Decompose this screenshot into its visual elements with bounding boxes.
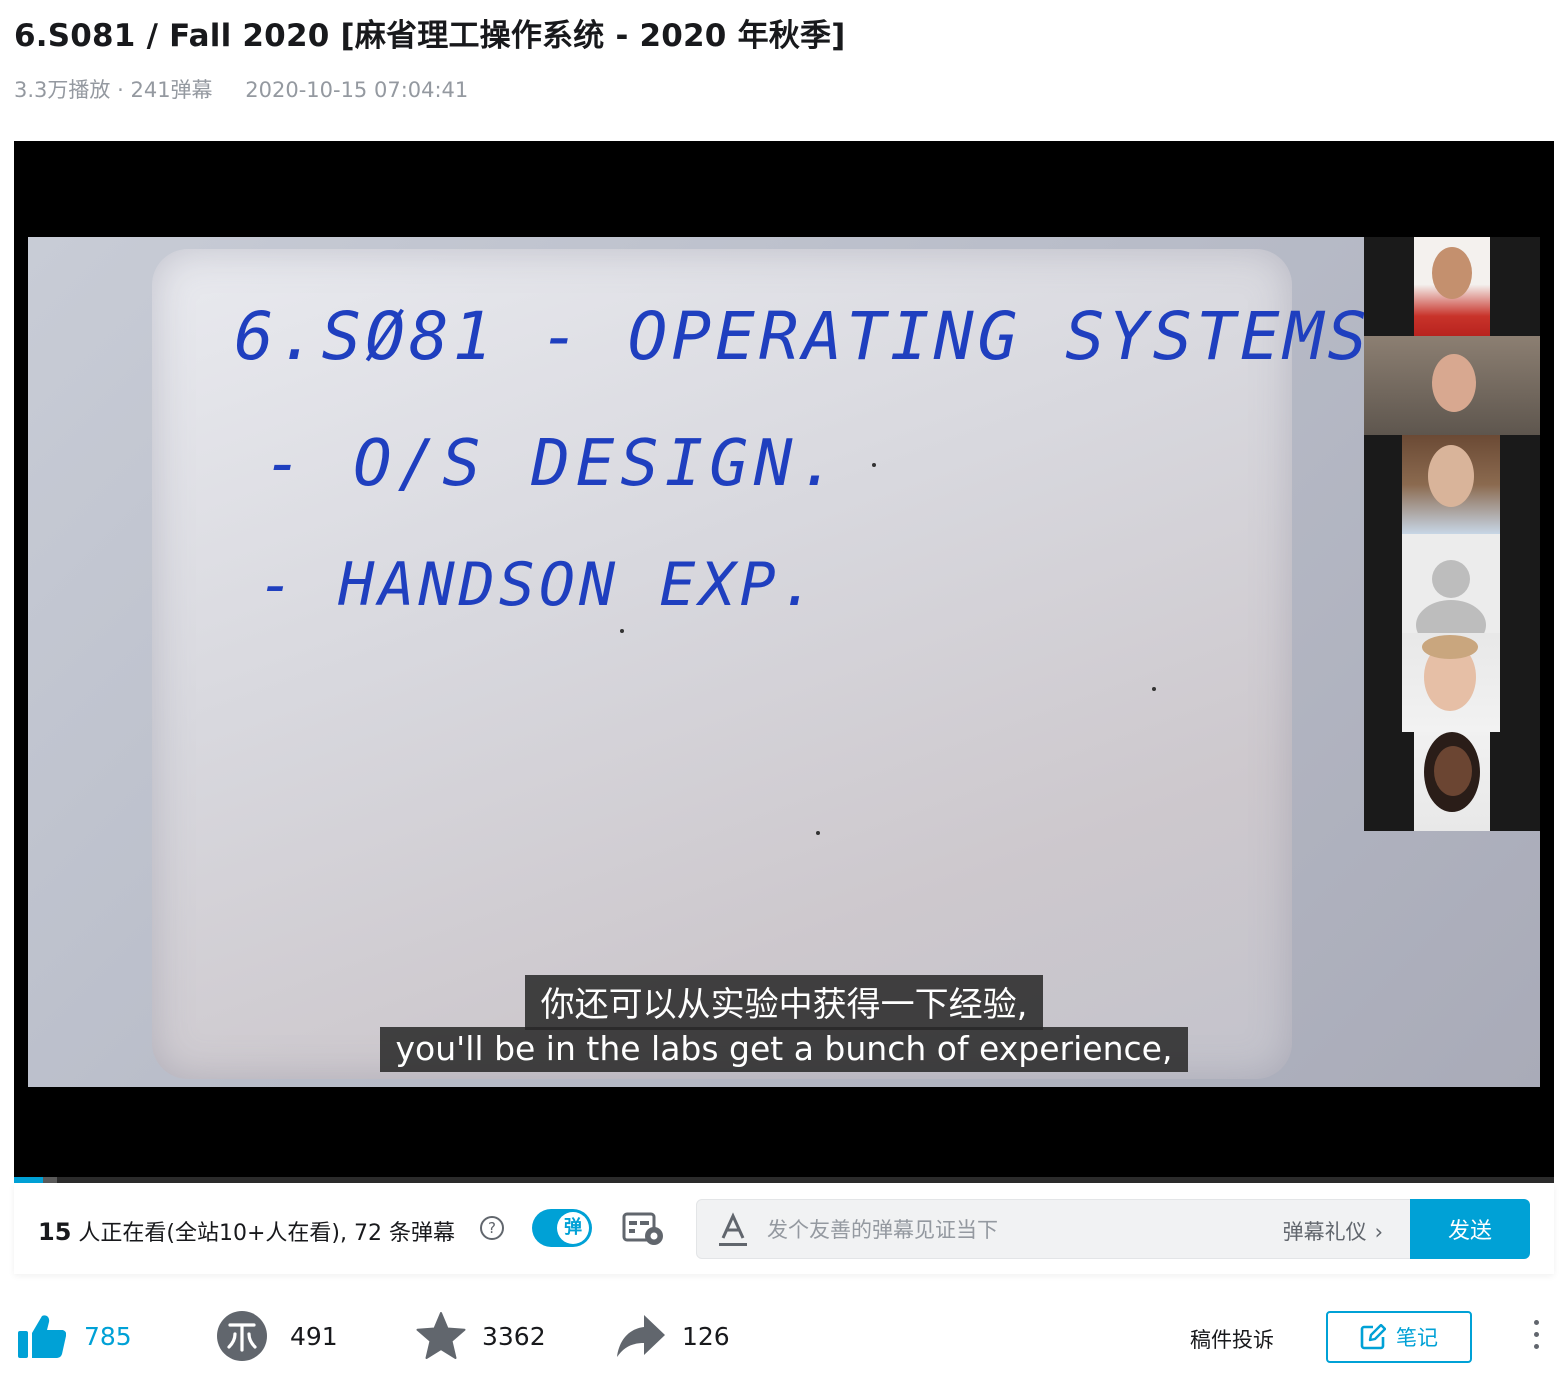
participant-tile — [1364, 336, 1540, 435]
chevron-right-icon: › — [1374, 1220, 1383, 1244]
meta-separator: · — [117, 78, 124, 102]
participant-tile — [1364, 435, 1540, 534]
video-meta: 3.3万播放 · 241弹幕 2020-10-15 07:04:41 — [14, 74, 468, 104]
participant-video — [1402, 435, 1500, 534]
star-icon — [416, 1312, 466, 1359]
share-count: 126 — [682, 1321, 730, 1351]
play-count: 3.3万播放 — [14, 78, 111, 102]
whiteboard-line-3: - HANDSON EXP. — [258, 550, 820, 620]
participant-tile — [1364, 237, 1540, 336]
action-toolbar: 785 491 3362 126 稿件投诉 笔记 — [0, 1290, 1568, 1376]
publish-time: 2020-10-15 07:04:41 — [245, 78, 469, 102]
thumbs-up-icon — [18, 1315, 66, 1358]
danmaku-bar: 15 人正在看(全站10+人在看), 72 条弹幕 ? 弹 弹幕礼仪 › 发送 — [14, 1183, 1554, 1274]
coin-count: 491 — [290, 1321, 338, 1351]
participant-tile — [1364, 732, 1540, 831]
note-button[interactable]: 笔记 — [1326, 1311, 1472, 1363]
whiteboard-writing: 6.SØ81 - OPERATING SYSTEMS - O/S DESIGN.… — [234, 298, 1371, 835]
danmaku-count: 241弹幕 — [130, 78, 213, 102]
video-frame[interactable]: 6.SØ81 - OPERATING SYSTEMS - O/S DESIGN.… — [28, 237, 1540, 1087]
participant-video — [1414, 336, 1494, 435]
participant-video — [1414, 237, 1490, 336]
font-style-icon[interactable] — [717, 1212, 749, 1248]
like-count: 785 — [84, 1321, 132, 1351]
subtitle-zh-row: 你还可以从实验中获得一下经验, — [14, 975, 1554, 1030]
avatar-placeholder — [1402, 534, 1500, 633]
more-options-icon[interactable] — [1528, 1320, 1544, 1356]
subtitle-zh: 你还可以从实验中获得一下经验, — [524, 975, 1044, 1030]
like-button[interactable]: 785 — [18, 1308, 132, 1364]
whiteboard-line-2: - O/S DESIGN. — [264, 427, 843, 501]
help-icon[interactable]: ? — [480, 1216, 504, 1240]
danmaku-input-box[interactable]: 弹幕礼仪 › — [696, 1199, 1412, 1259]
viewer-info: 15 人正在看(全站10+人在看), 72 条弹幕 — [38, 1215, 455, 1247]
danmaku-settings-icon[interactable] — [622, 1211, 666, 1247]
report-link[interactable]: 稿件投诉 — [1190, 1324, 1274, 1354]
edit-note-icon — [1360, 1324, 1386, 1350]
subtitle-en: you'll be in the labs get a bunch of exp… — [379, 1027, 1189, 1072]
danmaku-toggle[interactable]: 弹 — [532, 1209, 592, 1247]
danmaku-input[interactable] — [767, 1214, 1207, 1246]
whiteboard-line-1: 6.SØ81 - OPERATING SYSTEMS — [234, 298, 1371, 375]
note-label: 笔记 — [1396, 1326, 1438, 1350]
participant-video — [1402, 633, 1500, 732]
participant-gallery — [1364, 237, 1540, 831]
danmaku-etiquette-link[interactable]: 弹幕礼仪 › — [1283, 1216, 1383, 1246]
send-button[interactable]: 发送 — [1410, 1199, 1530, 1259]
viewer-count: 15 — [38, 1218, 72, 1246]
participant-tile — [1364, 534, 1540, 633]
participant-video — [1414, 732, 1490, 831]
video-player[interactable]: 6.SØ81 - OPERATING SYSTEMS - O/S DESIGN.… — [14, 141, 1554, 1177]
viewer-text: 人正在看(全站10+人在看), 72 条弹幕 — [71, 1221, 455, 1246]
video-title: 6.S081 / Fall 2020 [麻省理工操作系统 - 2020 年秋季] — [14, 18, 846, 54]
danmaku-toggle-label: 弹 — [557, 1212, 589, 1244]
share-icon — [617, 1315, 665, 1357]
favorite-count: 3362 — [482, 1321, 546, 1351]
participant-tile — [1364, 633, 1540, 732]
coin-button[interactable]: 491 — [216, 1308, 338, 1364]
subtitle-en-row: you'll be in the labs get a bunch of exp… — [14, 1027, 1554, 1072]
share-button[interactable]: 126 — [616, 1308, 730, 1364]
coin-icon — [217, 1311, 267, 1361]
etiquette-label: 弹幕礼仪 — [1282, 1220, 1367, 1244]
favorite-button[interactable]: 3362 — [416, 1308, 546, 1364]
